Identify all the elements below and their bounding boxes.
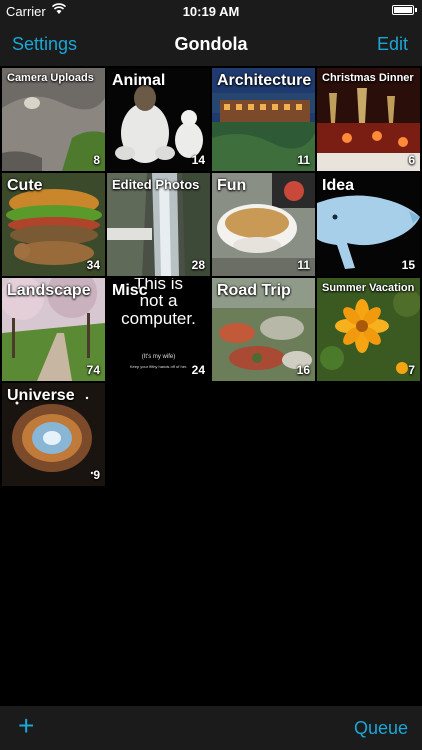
photo-count: 11 <box>297 153 310 167</box>
album-name: Idea <box>322 177 355 194</box>
page-title: Gondola <box>174 34 248 54</box>
album-tile-cute[interactable]: Cute 34 <box>2 173 105 276</box>
album-name: Edited Photos <box>112 177 200 192</box>
album-tile-christmas-dinner[interactable]: Christmas Dinner 6 <box>317 68 420 171</box>
photo-count: 6 <box>408 153 415 167</box>
album-name: Road Trip <box>217 282 291 299</box>
album-name: Summer Vacation <box>322 282 415 294</box>
album-name: Cute <box>7 177 43 194</box>
thumbnail-caption-line: computer. <box>121 309 196 328</box>
album-name: Misc <box>112 282 148 299</box>
photo-count: 24 <box>191 363 205 377</box>
clock: 10:19 AM <box>182 4 240 19</box>
album-tile-architecture[interactable]: Architecture 11 <box>212 68 315 171</box>
photo-count: 11 <box>297 258 310 272</box>
album-name: Fun <box>217 177 247 194</box>
photo-count: 28 <box>191 258 205 272</box>
album-tile-universe[interactable]: Universe 9 <box>2 383 105 486</box>
photo-count: 7 <box>408 363 415 377</box>
bottom-toolbar: + Queue <box>0 706 422 750</box>
photo-count: 8 <box>93 153 100 167</box>
album-name: Architecture <box>217 72 312 89</box>
photo-count: 74 <box>86 363 100 377</box>
album-tile-edited-photos[interactable]: Edited Photos 28 <box>107 173 210 276</box>
album-name: Christmas Dinner <box>322 72 414 84</box>
photo-count: 16 <box>296 363 310 377</box>
status-bar: Carrier 10:19 AM <box>0 0 422 22</box>
album-tile-road-trip[interactable]: Road Trip 16 <box>212 278 315 381</box>
album-tile-landscape[interactable]: Landscape 74 <box>2 278 105 381</box>
album-tile-idea[interactable]: Idea 15 <box>317 173 420 276</box>
photo-count: 34 <box>86 258 100 272</box>
photo-count: 15 <box>401 258 415 272</box>
add-icon[interactable]: + <box>18 712 34 740</box>
battery-icon <box>392 5 417 15</box>
album-tile-fun[interactable]: Fun 11 <box>212 173 315 276</box>
album-name: Animal <box>112 72 166 89</box>
album-tile-animal[interactable]: Animal 14 <box>107 68 210 171</box>
album-tile-misc[interactable]: This is not a computer. (It's my wife) K… <box>107 278 210 381</box>
thumbnail-caption-small: (It's my wife) <box>141 354 176 360</box>
edit-button[interactable]: Edit <box>377 34 408 55</box>
album-tile-summer-vacation[interactable]: Summer Vacation 7 <box>317 278 420 381</box>
album-name: Universe <box>7 387 75 404</box>
photo-count: 9 <box>93 468 100 482</box>
album-tile-camera-uploads[interactable]: Camera Uploads 8 <box>2 68 105 171</box>
photo-count: 14 <box>191 153 205 167</box>
album-name: Landscape <box>7 282 91 299</box>
navigation-bar: Settings Gondola Edit <box>0 22 422 66</box>
queue-button[interactable]: Queue <box>354 718 408 739</box>
album-name: Camera Uploads <box>7 72 94 84</box>
